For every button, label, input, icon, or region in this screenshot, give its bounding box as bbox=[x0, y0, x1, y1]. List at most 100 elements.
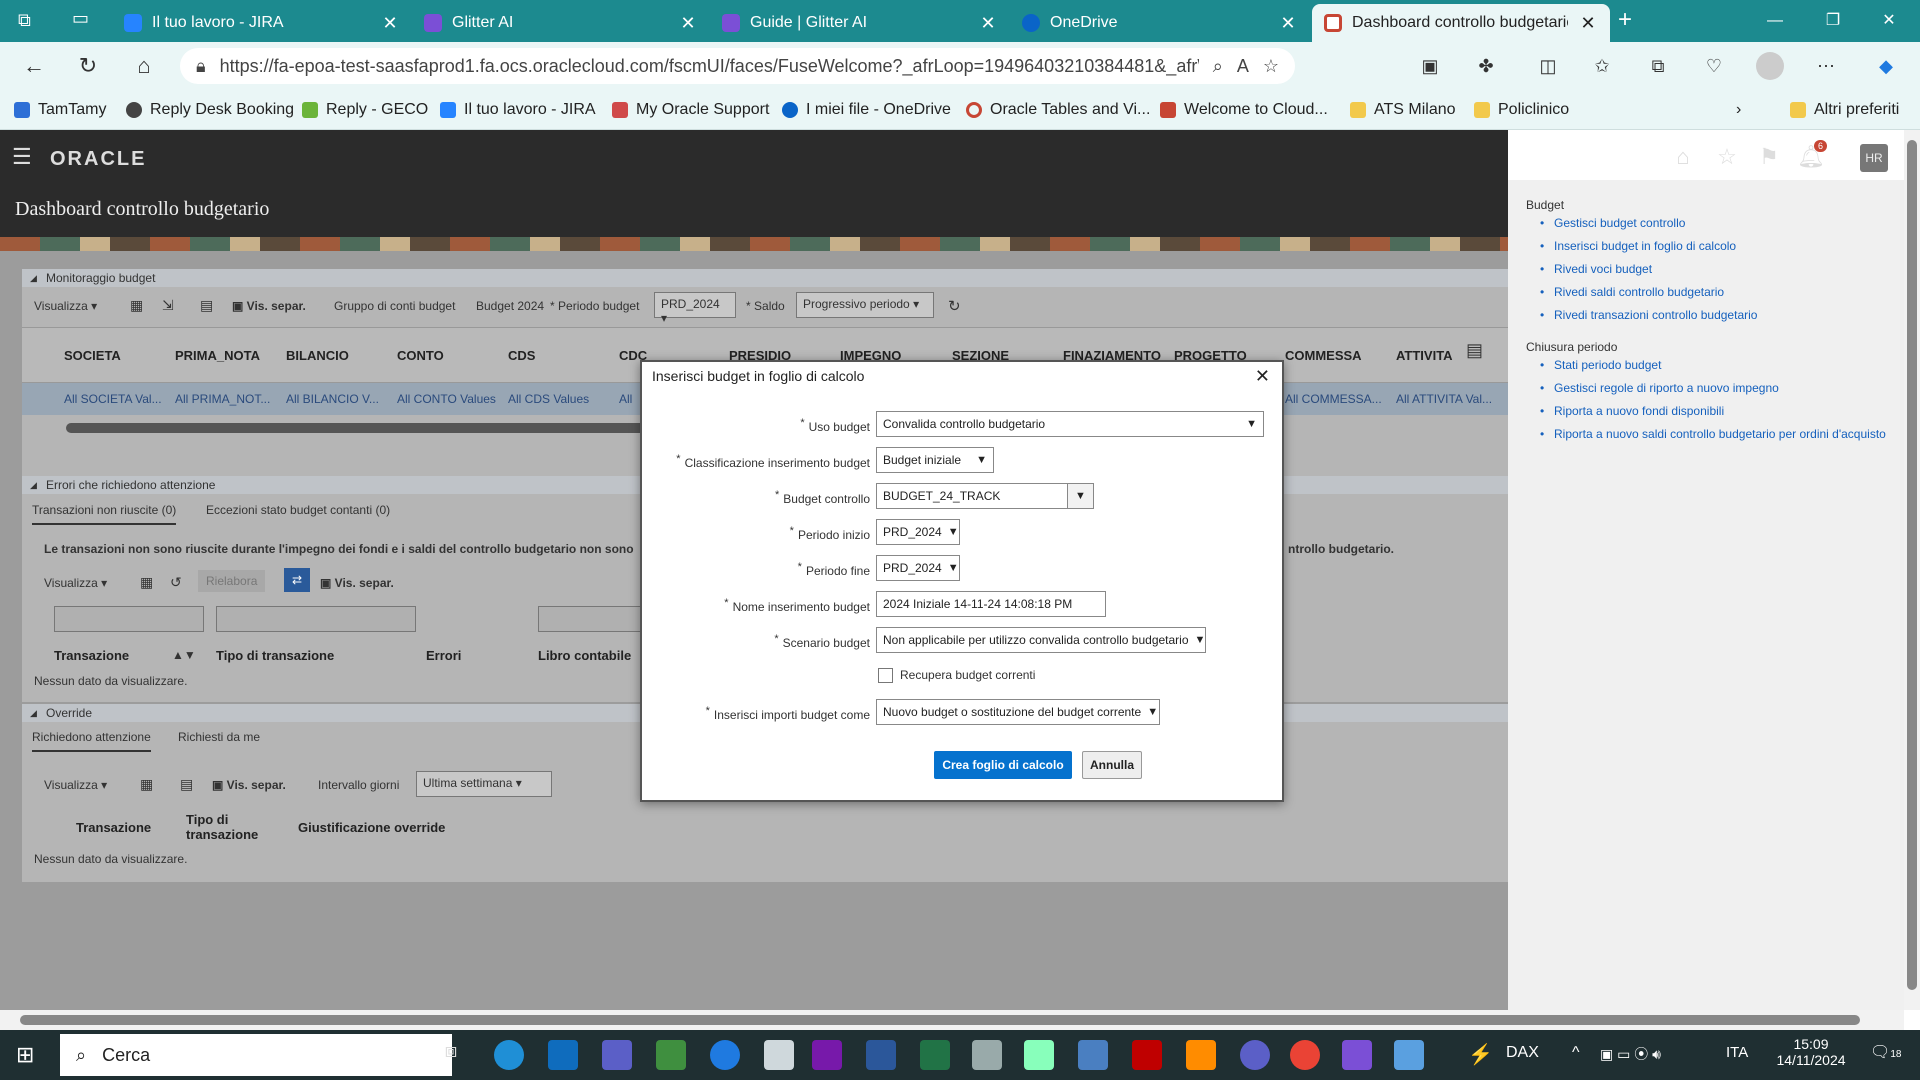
bookmark-onedrive[interactable]: I miei file - OneDrive bbox=[782, 98, 951, 122]
collections-icon[interactable]: ⧉ bbox=[1644, 52, 1672, 80]
notification-center-icon[interactable]: 🗨︎18 bbox=[1870, 1042, 1901, 1062]
tab-onedrive[interactable]: OneDrive ✕ bbox=[1010, 4, 1310, 42]
shield-icon[interactable] bbox=[1078, 1040, 1108, 1070]
task-view-icon[interactable]: ⧈ bbox=[436, 1040, 466, 1070]
detach-button[interactable]: ▣ Vis. separ. bbox=[232, 299, 306, 313]
taskbar-search[interactable]: ⌕ Cerca bbox=[60, 1034, 452, 1076]
close-window-icon[interactable]: ✕ bbox=[1866, 6, 1912, 36]
col-societa[interactable]: SOCIETA bbox=[64, 348, 121, 363]
teams-icon[interactable] bbox=[1240, 1040, 1270, 1070]
onenote-icon[interactable] bbox=[812, 1040, 842, 1070]
tab-requires-attention[interactable]: Richiedono attenzione bbox=[32, 730, 151, 752]
columns-icon[interactable]: ▦ bbox=[140, 574, 153, 591]
view-menu[interactable]: Visualizza ▾ bbox=[34, 299, 97, 313]
bookmark-policlinico[interactable]: Policlinico bbox=[1474, 98, 1569, 122]
more-icon[interactable]: ⋯ bbox=[1812, 52, 1840, 80]
chevron-right-icon[interactable]: › bbox=[1736, 98, 1741, 122]
view-menu[interactable]: Visualizza ▾ bbox=[44, 778, 107, 792]
classificazione-select[interactable]: Budget iniziale ▼ bbox=[876, 447, 994, 473]
freeze-icon[interactable]: ▤ bbox=[200, 297, 213, 314]
periodo-fine-select[interactable]: PRD_2024 ▼ bbox=[876, 555, 960, 581]
bookmark-oracle-support[interactable]: My Oracle Support bbox=[612, 98, 769, 122]
rework-button[interactable]: Rielabora bbox=[198, 570, 266, 592]
minimize-icon[interactable]: — bbox=[1752, 6, 1798, 36]
profile-icon[interactable] bbox=[1756, 52, 1784, 80]
bookmark-other-favorites[interactable]: Altri preferiti bbox=[1790, 98, 1899, 122]
tray-icons[interactable]: ▣ ▭ ⦿ 🔊︎ bbox=[1600, 1044, 1661, 1064]
edge-icon[interactable] bbox=[494, 1040, 524, 1070]
favorites-icon[interactable]: ✩ bbox=[1588, 52, 1616, 80]
sidebar-link-carry-forward-funds[interactable]: Riporta a nuovo fondi disponibili bbox=[1540, 404, 1724, 418]
split-screen-icon[interactable]: ◫ bbox=[1534, 52, 1562, 80]
balance-select[interactable]: Progressivo periodo ▾ bbox=[796, 292, 934, 318]
close-tab-icon[interactable]: ✕ bbox=[678, 13, 698, 34]
sidebar-link-budget-period-status[interactable]: Stati periodo budget bbox=[1540, 358, 1661, 372]
col-giustificazione[interactable]: Giustificazione override bbox=[298, 820, 445, 835]
dropdown-icon[interactable]: ▼ bbox=[1067, 484, 1093, 508]
tab-requested-by-me[interactable]: Richiesti da me bbox=[178, 730, 260, 744]
tab-cash-exceptions[interactable]: Eccezioni stato budget contanti (0) bbox=[206, 503, 390, 517]
col-tipo-transazione[interactable]: Tipo di transazione bbox=[216, 648, 334, 663]
close-tab-icon[interactable]: ✕ bbox=[1578, 13, 1598, 34]
col-bilancio[interactable]: BILANCIO bbox=[286, 348, 349, 363]
database-icon[interactable] bbox=[764, 1040, 794, 1070]
recupera-checkbox[interactable] bbox=[878, 668, 893, 683]
language-indicator[interactable]: ITA bbox=[1726, 1044, 1748, 1061]
columns-icon[interactable]: ▦ bbox=[140, 776, 153, 793]
flag-icon[interactable]: ⚑ bbox=[1754, 144, 1784, 170]
sidebar-link-review-budget-entries[interactable]: Rivedi voci budget bbox=[1540, 262, 1652, 276]
url-field[interactable]: 🔒︎ https://fa-epoa-test-saasfaprod1.fa.o… bbox=[180, 48, 1295, 84]
close-tab-icon[interactable]: ✕ bbox=[380, 13, 400, 34]
period-select[interactable]: PRD_2024 ▾ bbox=[654, 292, 736, 325]
horizontal-scrollbar[interactable] bbox=[66, 423, 666, 433]
monitor-panel-header[interactable]: Monitoraggio budget bbox=[22, 269, 1508, 287]
app-icon[interactable] bbox=[1394, 1040, 1424, 1070]
reload-icon[interactable]: ↻ bbox=[72, 50, 104, 82]
home-icon[interactable]: ⌂ bbox=[1668, 144, 1698, 170]
scenario-select[interactable]: Non applicabile per utilizzo convalida c… bbox=[876, 627, 1206, 653]
tab-dashboard[interactable]: Dashboard controllo budgetario ✕ bbox=[1312, 4, 1610, 42]
filezilla-icon[interactable] bbox=[1132, 1040, 1162, 1070]
freeze-icon[interactable]: ▤ bbox=[180, 776, 193, 793]
importi-select[interactable]: Nuovo budget o sostituzione del budget c… bbox=[876, 699, 1160, 725]
cube-icon[interactable] bbox=[972, 1040, 1002, 1070]
col-libro-contabile[interactable]: Libro contabile bbox=[538, 648, 631, 663]
tab-jira[interactable]: Il tuo lavoro - JIRA ✕ bbox=[112, 4, 412, 42]
col-conto[interactable]: CONTO bbox=[397, 348, 444, 363]
clock[interactable]: 15:09 14/11/2024 bbox=[1776, 1036, 1846, 1068]
refresh-icon[interactable]: ↻ bbox=[948, 297, 961, 315]
onedrive-icon[interactable] bbox=[710, 1040, 740, 1070]
home-icon[interactable]: ⌂ bbox=[128, 50, 160, 82]
puzzle-icon[interactable]: ✤ bbox=[1472, 52, 1500, 80]
export-icon[interactable]: ⇲ bbox=[162, 297, 174, 314]
scroll-thumb[interactable] bbox=[1907, 140, 1917, 990]
close-tab-icon[interactable]: ✕ bbox=[1278, 13, 1298, 34]
page-horizontal-scrollbar[interactable] bbox=[0, 1010, 1904, 1030]
sort-icon[interactable]: ▲▼ bbox=[172, 648, 196, 662]
tray-chevron-icon[interactable]: ^ bbox=[1572, 1044, 1580, 1062]
restore-icon[interactable]: ❐ bbox=[1810, 6, 1856, 36]
browser-essentials-icon[interactable]: ♡ bbox=[1700, 52, 1728, 80]
undo-icon[interactable]: ↺ bbox=[170, 574, 182, 591]
sidebar-link-insert-budget-spreadsheet[interactable]: Inserisci budget in foglio di calcolo bbox=[1540, 239, 1736, 253]
interval-select[interactable]: Ultima settimana ▾ bbox=[416, 771, 552, 797]
word-icon[interactable] bbox=[866, 1040, 896, 1070]
workspaces-icon[interactable]: ⧉ bbox=[18, 10, 31, 31]
tab-failed-transactions[interactable]: Transazioni non riuscite (0) bbox=[32, 503, 177, 525]
new-tab-icon[interactable]: + bbox=[1618, 6, 1632, 34]
favorite-star-icon[interactable]: ☆ bbox=[1263, 56, 1279, 77]
bookmark-geco[interactable]: Reply - GECO bbox=[302, 98, 428, 122]
bookmark-tamtamy[interactable]: TamTamy bbox=[14, 98, 106, 122]
app-icon[interactable] bbox=[1024, 1040, 1054, 1070]
outlook-icon[interactable] bbox=[548, 1040, 578, 1070]
scroll-thumb[interactable] bbox=[20, 1015, 1860, 1025]
create-spreadsheet-button[interactable]: Crea foglio di calcolo bbox=[934, 751, 1072, 779]
bookmark-desk-booking[interactable]: Reply Desk Booking bbox=[126, 98, 294, 122]
col-transazione[interactable]: Transazione bbox=[54, 648, 129, 663]
sublime-icon[interactable] bbox=[1186, 1040, 1216, 1070]
bookmark-jira[interactable]: Il tuo lavoro - JIRA bbox=[440, 98, 596, 122]
col-errori[interactable]: Errori bbox=[426, 648, 461, 663]
col-transazione[interactable]: Transazione bbox=[76, 820, 151, 835]
glitter-icon[interactable] bbox=[1342, 1040, 1372, 1070]
chrome-icon[interactable] bbox=[1290, 1040, 1320, 1070]
